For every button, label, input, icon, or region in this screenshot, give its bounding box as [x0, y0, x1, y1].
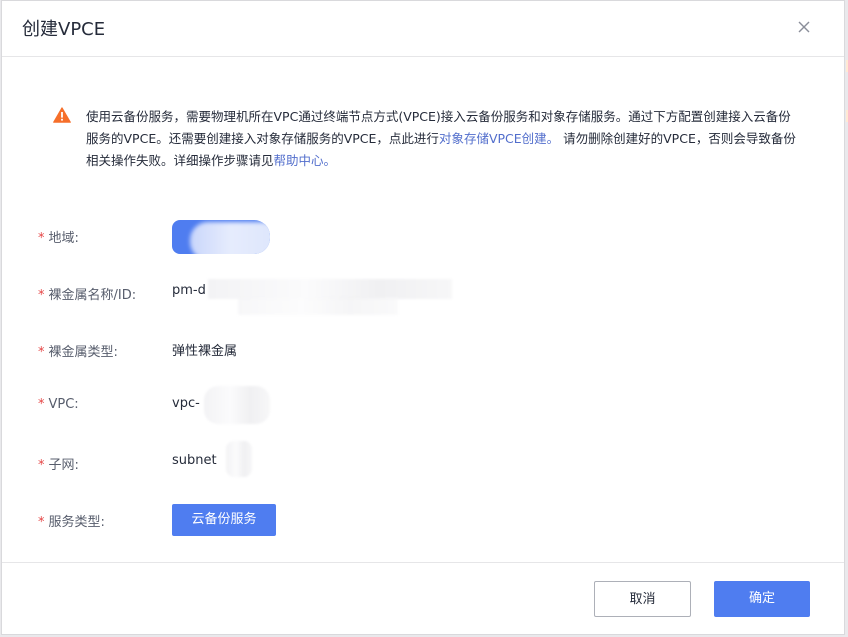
bms-type-row: * 裸金属类型: 弹性裸金属 [38, 334, 798, 366]
masked-region [238, 297, 398, 315]
masked-region [226, 441, 252, 477]
notice-text: 使用云备份服务，需要物理机所在VPC通过终端节点方式(VPCE)接入云备份服务和… [86, 106, 798, 172]
masked-region [204, 386, 270, 424]
service-type-label: * 服务类型: [38, 515, 105, 530]
vpc-value: vpc- [172, 396, 200, 411]
confirm-button[interactable]: 确定 [714, 581, 810, 617]
close-icon [798, 21, 810, 33]
create-vpce-dialog: 创建VPCE 使用云备份服务，需要物理机所在VPC通过终端节点方式(VPCE)接… [1, 0, 845, 635]
close-button[interactable] [794, 17, 814, 37]
dialog-footer: 取消 确定 [2, 562, 844, 636]
region-value[interactable] [172, 220, 270, 254]
bms-name-value: pm-d [172, 283, 206, 298]
cloud-backup-service-button[interactable]: 云备份服务 [172, 504, 276, 536]
vpc-label: * VPC: [38, 397, 79, 412]
cancel-button[interactable]: 取消 [594, 581, 691, 617]
vpc-row: * VPC: vpc- [38, 386, 798, 424]
subnet-value: subnet [172, 453, 217, 468]
help-center-link[interactable]: 帮助中心。 [274, 153, 337, 168]
dialog-header: 创建VPCE [2, 1, 844, 57]
notice-alert: 使用云备份服务，需要物理机所在VPC通过终端节点方式(VPCE)接入云备份服务和… [38, 93, 808, 193]
region-label: * 地域: [38, 231, 79, 246]
dialog-title: 创建VPCE [22, 19, 106, 40]
region-row: * 地域: [38, 220, 798, 254]
service-type-row: * 服务类型: 云备份服务 [38, 504, 798, 536]
obs-vpce-create-link[interactable]: 对象存储VPCE创建。 [439, 131, 559, 146]
bms-type-value: 弹性裸金属 [172, 344, 238, 359]
warning-icon [53, 107, 71, 123]
subnet-row: * 子网: subnet [38, 441, 798, 479]
bms-name-label: * 裸金属名称/ID: [38, 288, 137, 303]
masked-region [208, 279, 452, 299]
bms-type-label: * 裸金属类型: [38, 345, 118, 360]
bms-name-row: * 裸金属名称/ID: pm-d [38, 277, 798, 315]
subnet-label: * 子网: [38, 458, 79, 473]
